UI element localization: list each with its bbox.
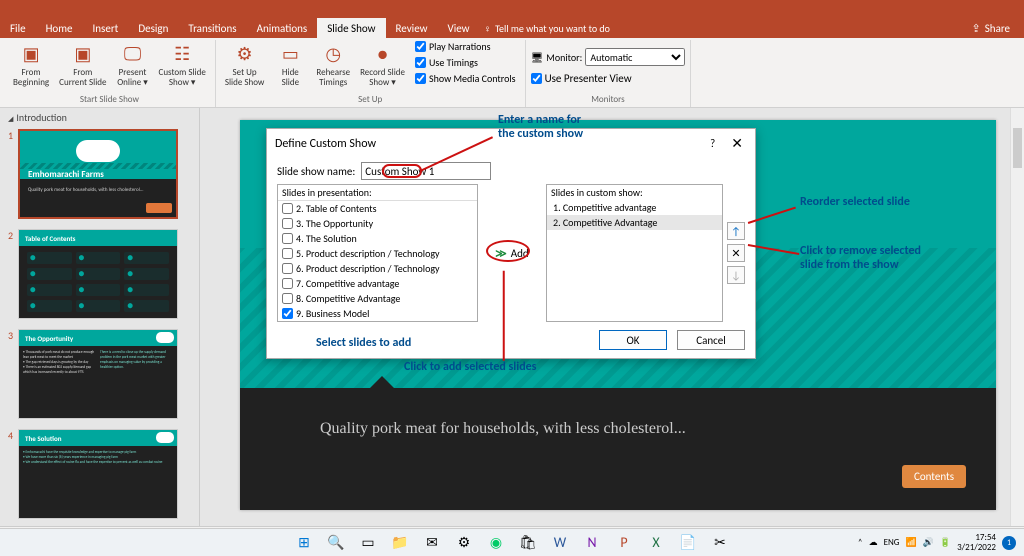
ribbon-group-monitors: Monitors <box>531 93 686 107</box>
ok-button[interactable]: OK <box>599 330 667 350</box>
notification-icon[interactable]: 1 <box>1002 536 1016 550</box>
slide-thumb-1[interactable]: Emhomarachi FarmsQuality pork meat for h… <box>18 129 178 219</box>
dialog-title: Define Custom Show <box>275 137 710 151</box>
powerpoint-icon[interactable]: P <box>615 534 633 552</box>
move-down-button[interactable]: ↓ <box>727 266 745 284</box>
wifi-icon[interactable]: 📶 <box>905 537 916 548</box>
present-online-button[interactable]: 🖵Present Online ▾ <box>113 40 153 90</box>
dialog-close-button[interactable]: ✕ <box>727 135 747 152</box>
presentation-list-item[interactable]: 7. Competitive advantage <box>278 276 477 291</box>
word-icon[interactable]: W <box>551 534 569 552</box>
language-tray-icon[interactable]: ENG <box>884 537 900 548</box>
share-button[interactable]: ⇪Share <box>958 18 1024 38</box>
menu-slideshow[interactable]: Slide Show <box>317 18 385 38</box>
excel-icon[interactable]: X <box>647 534 665 552</box>
from-current-button[interactable]: ▣From Current Slide <box>55 40 110 90</box>
remove-button[interactable]: ✕ <box>727 244 745 262</box>
menubar: File Home Insert Design Transitions Anim… <box>0 18 1024 38</box>
onedrive-icon[interactable]: ☁ <box>869 537 878 548</box>
mail-icon[interactable]: ✉ <box>423 534 441 552</box>
onenote-icon[interactable]: N <box>583 534 601 552</box>
presentation-list-item[interactable]: 6. Product description / Technology <box>278 261 477 276</box>
custom-list-item[interactable]: 2. Competitive Advantage <box>547 215 722 230</box>
ribbon: ▣From Beginning ▣From Current Slide 🖵Pre… <box>0 38 1024 108</box>
play-from-current-icon: ▣ <box>71 42 95 66</box>
play-from-start-icon: ▣ <box>19 42 43 66</box>
hide-slide-button[interactable]: ▭Hide Slide <box>270 40 310 90</box>
setup-icon: ⚙ <box>233 42 257 66</box>
present-online-icon: 🖵 <box>121 42 145 66</box>
presentation-list-item[interactable]: 2. Table of Contents <box>278 201 477 216</box>
presentation-list-item[interactable]: 5. Product description / Technology <box>278 246 477 261</box>
lightbulb-icon: ♀ <box>484 22 492 35</box>
share-icon: ⇪ <box>972 22 981 35</box>
notepad-icon[interactable]: 📄 <box>679 534 697 552</box>
menu-animations[interactable]: Animations <box>247 18 318 38</box>
edge-icon[interactable]: ◉ <box>487 534 505 552</box>
slide-thumb-2[interactable]: Table of Contents <box>18 229 178 319</box>
presentation-list-item[interactable]: 3. The Opportunity <box>278 216 477 231</box>
slide-subtitle: Quality pork meat for households, with l… <box>320 420 686 438</box>
cancel-button[interactable]: Cancel <box>677 330 745 350</box>
custom-list-item[interactable]: 1. Competitive advantage <box>547 200 722 215</box>
volume-icon[interactable]: 🔊 <box>923 537 934 548</box>
rehearse-icon: ◷ <box>321 42 345 66</box>
ribbon-group-setup: Set Up <box>221 93 520 107</box>
add-arrow-icon: ≫ <box>495 247 507 260</box>
custom-show-list[interactable]: Slides in custom show: 1. Competitive ad… <box>546 184 723 322</box>
task-view-icon[interactable]: ▭ <box>359 534 377 552</box>
dialog-help-button[interactable]: ? <box>710 137 715 150</box>
custom-show-button[interactable]: ☷Custom Slide Show ▾ <box>155 40 210 90</box>
battery-icon[interactable]: 🔋 <box>940 537 951 548</box>
presentation-list-item[interactable]: 9. Business Model <box>278 306 477 321</box>
monitor-select[interactable]: Automatic <box>585 48 685 66</box>
menu-design[interactable]: Design <box>128 18 178 38</box>
store-icon[interactable]: 🛍 <box>519 534 537 552</box>
setup-show-button[interactable]: ⚙Set Up Slide Show <box>221 40 269 90</box>
slide-thumb-4[interactable]: The Solution• Emhomarachi have the requi… <box>18 429 178 519</box>
menu-review[interactable]: Review <box>386 18 438 38</box>
slide-thumb-3[interactable]: The Opportunity• Thousands of pork meat … <box>18 329 178 419</box>
hide-icon: ▭ <box>278 42 302 66</box>
tray-chevron-icon[interactable]: ˄ <box>858 537 863 548</box>
presentation-list-item[interactable]: 4. The Solution <box>278 231 477 246</box>
snip-icon[interactable]: ✂ <box>711 534 729 552</box>
presentation-slides-list[interactable]: Slides in presentation: 2. Table of Cont… <box>277 184 478 322</box>
use-timings-check[interactable]: Use Timings <box>415 56 516 69</box>
menu-transitions[interactable]: Transitions <box>178 18 246 38</box>
start-button[interactable]: ⊞ <box>295 534 313 552</box>
slide-show-name-label: Slide show name: <box>277 165 355 178</box>
system-tray[interactable]: ˄ ☁ ENG 📶 🔊 🔋 17:543/21/2022 1 <box>858 533 1016 553</box>
search-icon[interactable]: 🔍 <box>327 534 345 552</box>
section-header[interactable]: Introduction <box>0 108 199 127</box>
from-beginning-button[interactable]: ▣From Beginning <box>9 40 53 90</box>
menu-insert[interactable]: Insert <box>83 18 129 38</box>
define-custom-show-dialog: Define Custom Show ? ✕ Slide show name: … <box>266 128 756 359</box>
presenter-view-check[interactable]: Use Presenter View <box>531 72 632 85</box>
menu-home[interactable]: Home <box>36 18 83 38</box>
show-media-check[interactable]: Show Media Controls <box>415 72 516 85</box>
explorer-icon[interactable]: 📁 <box>391 534 409 552</box>
play-narrations-check[interactable]: Play Narrations <box>415 40 516 53</box>
record-button[interactable]: ●Record Slide Show ▾ <box>356 40 409 90</box>
add-button[interactable]: ≫Add <box>489 245 534 262</box>
custom-show-icon: ☷ <box>170 42 194 66</box>
menu-view[interactable]: View <box>438 18 480 38</box>
move-up-button[interactable]: ↑ <box>727 222 745 240</box>
ribbon-group-start: Start Slide Show <box>9 93 210 107</box>
canvas-scrollbar[interactable] <box>1010 108 1024 526</box>
menu-file[interactable]: File <box>0 18 36 38</box>
slide-panel: Introduction 1Emhomarachi FarmsQuality p… <box>0 108 200 526</box>
presentation-list-item[interactable]: 8. Competitive Advantage <box>278 291 477 306</box>
contents-button[interactable]: Contents <box>902 465 966 488</box>
monitor-icon: 🖥 <box>531 51 544 64</box>
record-icon: ● <box>371 42 395 66</box>
slide-show-name-input[interactable] <box>361 162 491 180</box>
tell-me-search[interactable]: ♀Tell me what you want to do <box>484 18 610 38</box>
taskbar: ⊞ 🔍 ▭ 📁 ✉ ⚙ ◉ 🛍 W N P X 📄 ✂ ˄ ☁ ENG 📶 🔊 … <box>0 528 1024 556</box>
settings-icon[interactable]: ⚙ <box>455 534 473 552</box>
rehearse-button[interactable]: ◷Rehearse Timings <box>312 40 354 90</box>
